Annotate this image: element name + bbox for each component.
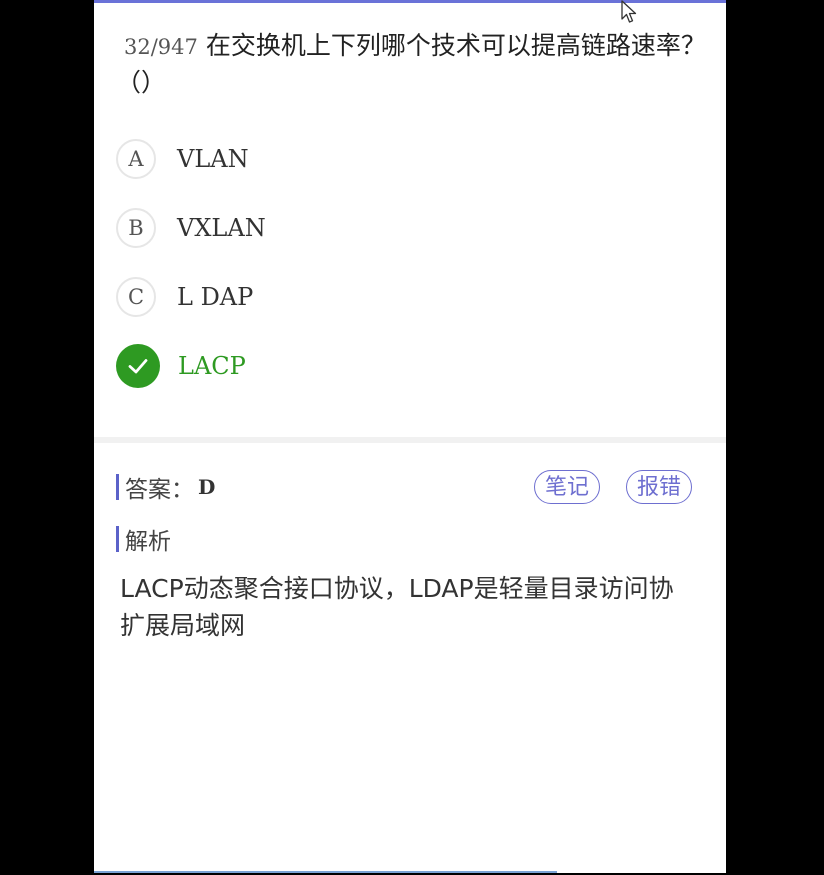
bottom-progress-line <box>94 871 557 873</box>
answer-label: 答案： <box>125 477 194 503</box>
option-c-text: L DAP <box>177 283 254 311</box>
option-a-text: VLAN <box>177 145 249 173</box>
notes-button[interactable]: 笔记 <box>534 470 601 504</box>
option-c-letter: C <box>116 277 156 317</box>
option-b-letter: B <box>116 208 156 248</box>
option-c[interactable]: C L DAP <box>116 274 253 320</box>
analysis-label: 解析 <box>125 529 171 555</box>
option-b[interactable]: B VXLAN <box>116 205 266 251</box>
option-d[interactable]: LACP <box>116 343 246 389</box>
check-icon <box>116 344 160 388</box>
question-number: 32/947 <box>124 35 198 59</box>
report-error-button[interactable]: 报错 <box>626 470 693 504</box>
option-a-letter: A <box>116 139 156 179</box>
question-text: 在交换机上下列哪个技术可以提高链路速率？（） <box>116 31 706 97</box>
section-bar <box>116 526 119 552</box>
question-screen: 32/947 在交换机上下列哪个技术可以提高链路速率？（） A VLAN B VX… <box>94 0 726 873</box>
mouse-cursor-icon <box>621 0 637 23</box>
analysis-text: LACP动态聚合接口协议，LDAP是轻量目录访问协 扩展局域网 <box>120 570 726 644</box>
section-bar <box>116 474 119 500</box>
option-a[interactable]: A VLAN <box>116 136 249 182</box>
option-d-text: LACP <box>178 352 246 380</box>
question-stem: 32/947 在交换机上下列哪个技术可以提高链路速率？（） <box>116 28 716 101</box>
analysis-line-2: 扩展局域网 <box>120 611 246 640</box>
section-divider <box>94 437 726 443</box>
analysis-line-1: LACP动态聚合接口协议，LDAP是轻量目录访问协 <box>120 574 674 603</box>
analysis-header: 解析 <box>116 522 171 556</box>
answer-row: 答案： D <box>116 470 215 504</box>
answer-value: D <box>198 475 216 499</box>
option-b-text: VXLAN <box>177 214 266 242</box>
